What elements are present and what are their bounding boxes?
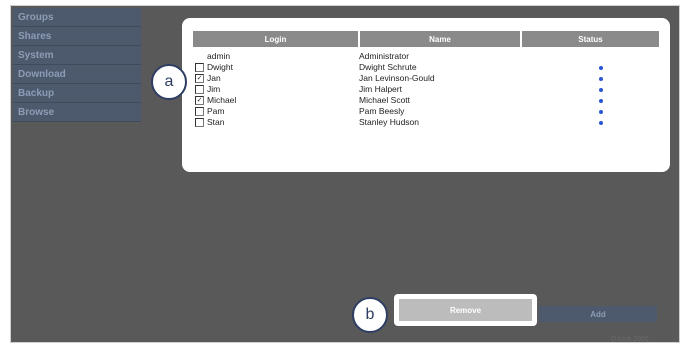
table-row: admin Administrator	[193, 51, 659, 62]
name-cell: Dwight Schrute	[359, 62, 417, 72]
table-header: Login Name Status	[193, 31, 659, 47]
select-user-checkbox[interactable]	[195, 107, 204, 116]
select-user-checkbox[interactable]: ✓	[195, 74, 204, 83]
status-dot-icon	[599, 121, 603, 125]
status-dot-icon	[599, 66, 603, 70]
login-cell: Stan	[207, 117, 225, 127]
status-dot-icon	[599, 77, 603, 81]
select-user-checkbox[interactable]: ✓	[195, 96, 204, 105]
footer-text: D-Link 2001	[611, 336, 649, 343]
column-header-login[interactable]: Login	[193, 31, 360, 47]
status-dot-icon	[599, 88, 603, 92]
login-cell: Michael	[207, 95, 237, 105]
sidebar-item-system[interactable]: System	[13, 46, 141, 65]
sidebar-item-groups[interactable]: Groups	[13, 8, 141, 27]
name-cell: Pam Beesly	[359, 106, 405, 116]
status-dot-icon	[599, 99, 603, 103]
login-cell: Pam	[207, 106, 225, 116]
column-header-name[interactable]: Name	[360, 31, 522, 47]
table-row: Stan Stanley Hudson	[193, 117, 659, 128]
remove-button-label: Remove	[399, 299, 532, 321]
name-cell: Administrator	[359, 51, 410, 61]
name-cell: Jan Levinson-Gould	[359, 73, 435, 83]
name-cell: Jim Halpert	[359, 84, 402, 94]
add-button[interactable]: Add	[539, 306, 657, 322]
login-cell: Jim	[207, 84, 221, 94]
callout-b: b	[352, 297, 388, 333]
table-row: ✓ Michael Michael Scott	[193, 95, 659, 106]
name-cell: Stanley Hudson	[359, 117, 420, 127]
login-cell: Jan	[207, 73, 221, 83]
table-row: Dwight Dwight Schrute	[193, 62, 659, 73]
table-row: Jim Jim Halpert	[193, 84, 659, 95]
sidebar-item-download[interactable]: Download	[13, 65, 141, 84]
sidebar-item-browse[interactable]: Browse	[13, 103, 141, 122]
status-dot-icon	[599, 110, 603, 114]
login-cell: Dwight	[207, 62, 233, 72]
name-cell: Michael Scott	[359, 95, 411, 105]
table-row: Pam Pam Beesly	[193, 106, 659, 117]
remove-button[interactable]: Remove	[394, 294, 537, 326]
sidebar-item-shares[interactable]: Shares	[13, 27, 141, 46]
users-table-body: admin Administrator Dwight Dwight Schrute ✓ J…	[193, 51, 659, 128]
sidebar: Groups Shares System Download Backup Bro…	[13, 8, 141, 122]
sidebar-item-backup[interactable]: Backup	[13, 84, 141, 103]
select-user-checkbox[interactable]	[195, 63, 204, 72]
select-user-checkbox[interactable]	[195, 85, 204, 94]
login-cell: admin	[207, 51, 231, 61]
screen: Groups Shares System Download Backup Bro…	[0, 0, 689, 347]
select-user-checkbox[interactable]	[195, 118, 204, 127]
column-header-status[interactable]: Status	[522, 31, 659, 47]
users-panel: Login Name Status admin Administrator Dwig…	[182, 18, 670, 172]
callout-a: a	[151, 64, 187, 100]
app-frame: Groups Shares System Download Backup Bro…	[10, 5, 680, 343]
table-row: ✓ Jan Jan Levinson-Gould	[193, 73, 659, 84]
